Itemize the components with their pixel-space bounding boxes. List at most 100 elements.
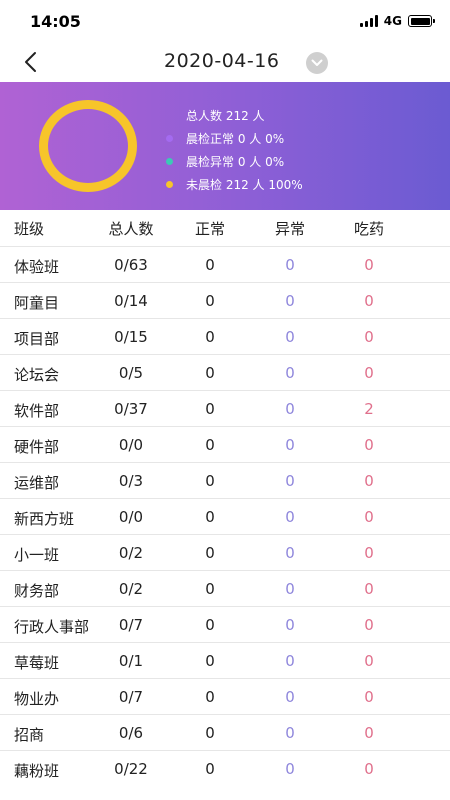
abnormal-count-cell: 0 <box>285 580 295 598</box>
class-name: 体验班 <box>14 258 60 276</box>
medicine-count-cell: 0 <box>364 508 374 526</box>
abnormal-count-cell: 0 <box>285 508 295 526</box>
class-name: 软件部 <box>14 402 60 420</box>
abnormal-count-cell: 0 <box>285 760 295 778</box>
network-type: 4G <box>383 14 402 28</box>
normal-count-cell: 0 <box>205 472 215 490</box>
total-count-cell: 0/3 <box>118 472 144 490</box>
legend-item-abnormal: 晨检异常 0 人 0% <box>166 150 303 173</box>
total-count-cell: 0/15 <box>114 328 148 346</box>
class-name: 物业办 <box>14 690 60 708</box>
normal-count-cell: 0 <box>205 292 215 310</box>
table-row[interactable]: 项目部 0/15 0 0 0 <box>0 318 450 354</box>
legend-dot-icon <box>166 181 173 188</box>
date-title[interactable]: 2020-04-16 <box>164 50 279 72</box>
legend-item-unchecked: 未晨检 212 人 100% <box>166 173 303 196</box>
abnormal-count-cell: 0 <box>285 616 295 634</box>
total-count-cell: 0/1 <box>118 652 144 670</box>
table-row[interactable]: 小一班 0/2 0 0 0 <box>0 534 450 570</box>
header-medicine: 吃药 <box>353 219 384 238</box>
back-button[interactable] <box>16 48 44 76</box>
header-class: 班级 <box>14 219 45 238</box>
normal-count-cell: 0 <box>205 364 215 382</box>
chevron-down-icon <box>311 59 323 66</box>
abnormal-count-cell: 0 <box>285 400 295 418</box>
table-row[interactable]: 阿童目 0/14 0 0 0 <box>0 282 450 318</box>
class-name: 行政人事部 <box>14 618 90 636</box>
total-count-cell: 0/2 <box>118 544 144 562</box>
status-bar: 14:05 4G <box>0 0 450 44</box>
class-name: 财务部 <box>14 582 60 600</box>
total-count-cell: 0/7 <box>118 616 144 634</box>
legend-dot-icon <box>166 135 173 142</box>
legend-dot-icon <box>166 158 173 165</box>
page-header: 2020-04-16 <box>0 44 450 82</box>
medicine-count-cell: 0 <box>364 652 374 670</box>
summary-legend: 总人数 212 人 晨检正常 0 人 0% 晨检异常 0 人 0% 未晨检 21… <box>166 104 303 196</box>
total-count-cell: 0/22 <box>114 760 148 778</box>
legend-label: 晨检正常 0 人 0% <box>186 132 285 146</box>
abnormal-count-cell: 0 <box>285 364 295 382</box>
class-list[interactable]: 体验班 0/63 0 0 0 阿童目 0/14 0 0 0 项目部 0/15 0… <box>0 246 450 800</box>
normal-count-cell: 0 <box>205 652 215 670</box>
medicine-count-cell: 0 <box>364 616 374 634</box>
table-row[interactable]: 物业办 0/7 0 0 0 <box>0 678 450 714</box>
medicine-count-cell: 0 <box>364 292 374 310</box>
normal-count-cell: 0 <box>205 328 215 346</box>
table-row[interactable]: 行政人事部 0/7 0 0 0 <box>0 606 450 642</box>
abnormal-count-cell: 0 <box>285 724 295 742</box>
table-row[interactable]: 体验班 0/63 0 0 0 <box>0 246 450 282</box>
medicine-count-cell: 0 <box>364 328 374 346</box>
table-row[interactable]: 招商 0/6 0 0 0 <box>0 714 450 750</box>
legend-item-normal: 晨检正常 0 人 0% <box>166 127 303 150</box>
total-count: 总人数 212 人 <box>186 109 265 123</box>
medicine-count-cell: 0 <box>364 436 374 454</box>
summary-banner: 总人数 212 人 晨检正常 0 人 0% 晨检异常 0 人 0% 未晨检 21… <box>0 82 450 210</box>
table-row[interactable]: 硬件部 0/0 0 0 0 <box>0 426 450 462</box>
donut-chart <box>39 100 137 192</box>
header-abnormal: 异常 <box>274 219 305 238</box>
total-count-cell: 0/6 <box>118 724 144 742</box>
medicine-count-cell: 2 <box>364 400 374 418</box>
normal-count-cell: 0 <box>205 724 215 742</box>
medicine-count-cell: 0 <box>364 472 374 490</box>
normal-count-cell: 0 <box>205 508 215 526</box>
abnormal-count-cell: 0 <box>285 688 295 706</box>
total-count-cell: 0/63 <box>114 256 148 274</box>
abnormal-count-cell: 0 <box>285 652 295 670</box>
header-total: 总人数 <box>108 219 154 238</box>
table-row[interactable]: 论坛会 0/5 0 0 0 <box>0 354 450 390</box>
medicine-count-cell: 0 <box>364 364 374 382</box>
date-dropdown-button[interactable] <box>306 52 328 74</box>
normal-count-cell: 0 <box>205 580 215 598</box>
abnormal-count-cell: 0 <box>285 436 295 454</box>
table-row[interactable]: 软件部 0/37 0 0 2 <box>0 390 450 426</box>
normal-count-cell: 0 <box>205 688 215 706</box>
medicine-count-cell: 0 <box>364 760 374 778</box>
chevron-left-icon <box>25 52 36 72</box>
total-count-cell: 0/0 <box>118 508 144 526</box>
abnormal-count-cell: 0 <box>285 256 295 274</box>
normal-count-cell: 0 <box>205 436 215 454</box>
total-count-cell: 0/0 <box>118 436 144 454</box>
total-count-cell: 0/5 <box>118 364 144 382</box>
normal-count-cell: 0 <box>205 760 215 778</box>
table-row[interactable]: 新西方班 0/0 0 0 0 <box>0 498 450 534</box>
class-name: 新西方班 <box>14 510 75 528</box>
class-name: 项目部 <box>14 330 60 348</box>
abnormal-count-cell: 0 <box>285 544 295 562</box>
signal-icon <box>359 15 378 27</box>
class-name: 硬件部 <box>14 438 60 456</box>
table-header: 班级 总人数 正常 异常 吃药 <box>0 210 450 246</box>
medicine-count-cell: 0 <box>364 724 374 742</box>
total-count-cell: 0/37 <box>114 400 148 418</box>
legend-label: 晨检异常 0 人 0% <box>186 155 285 169</box>
class-name: 招商 <box>14 726 45 744</box>
table-row[interactable]: 藕粉班 0/22 0 0 0 <box>0 750 450 786</box>
class-name: 藕粉班 <box>14 762 60 780</box>
normal-count-cell: 0 <box>205 616 215 634</box>
table-row[interactable]: 运维部 0/3 0 0 0 <box>0 462 450 498</box>
table-row[interactable]: 草莓班 0/1 0 0 0 <box>0 642 450 678</box>
class-name: 运维部 <box>14 474 60 492</box>
table-row[interactable]: 财务部 0/2 0 0 0 <box>0 570 450 606</box>
